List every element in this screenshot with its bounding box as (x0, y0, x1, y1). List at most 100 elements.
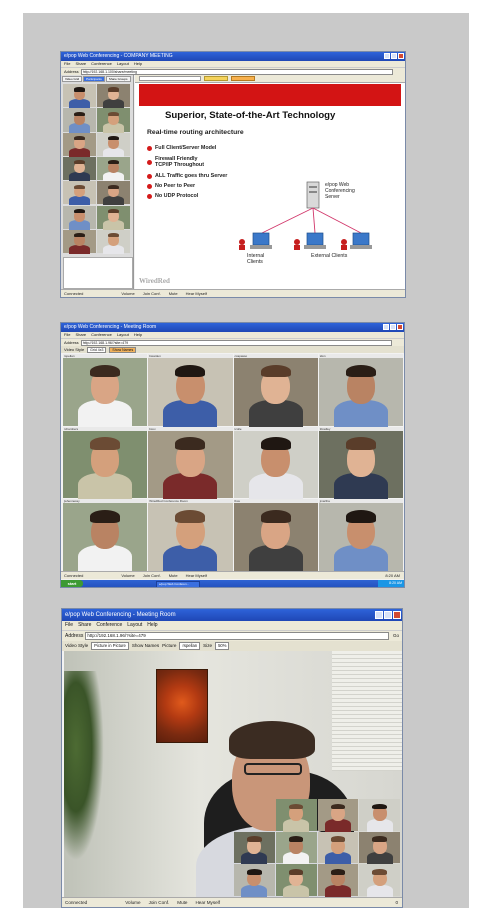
status-join-conf-[interactable]: Join Conf. (149, 898, 170, 907)
menu-item-layout[interactable]: Layout (127, 621, 142, 630)
menu-item-layout[interactable]: Layout (117, 332, 129, 338)
minimize-icon[interactable] (375, 611, 383, 619)
menu-item-layout[interactable]: Layout (117, 61, 129, 67)
address-input[interactable]: http://192.168.1.100/share/meeting (80, 68, 393, 75)
show-names-button[interactable]: Show Names (109, 346, 137, 353)
status-volume[interactable]: Volume (121, 572, 134, 579)
video-tile[interactable] (63, 108, 96, 133)
menu-item-share[interactable]: Share (78, 621, 91, 630)
video-tile[interactable] (317, 799, 359, 832)
video-tile[interactable] (97, 108, 130, 133)
video-tile[interactable] (359, 831, 400, 865)
sidebar-tab[interactable]: Participants (83, 76, 105, 82)
status-volume[interactable]: Volume (121, 290, 134, 297)
status-join-conf-[interactable]: Join Conf. (143, 572, 161, 579)
menu-item-file[interactable]: File (64, 61, 70, 67)
maximize-icon[interactable] (390, 324, 396, 330)
sidebar-tab[interactable]: Video Grid (62, 76, 83, 82)
person-body (248, 545, 303, 574)
video-tile[interactable] (97, 229, 130, 255)
video-tile[interactable]: bwarden (148, 354, 233, 429)
person-body (68, 123, 91, 133)
start-button[interactable]: start (61, 580, 83, 587)
address-input[interactable]: http://192.168.1.96/?site=479 (80, 339, 392, 346)
person-hair (330, 836, 346, 842)
status-mute[interactable]: Mute (169, 290, 178, 297)
menu-item-conference[interactable]: Conference (91, 61, 112, 67)
status-mute[interactable]: Mute (169, 572, 178, 579)
size-select[interactable]: 50% (215, 642, 230, 650)
sidebar-tab[interactable]: Share Groups (105, 76, 131, 82)
menu-item-share[interactable]: Share (75, 332, 86, 338)
speaker-hair (229, 721, 315, 759)
video-tile[interactable]: WiredRed Conference Room (148, 499, 233, 574)
video-tile[interactable]: tbradley (318, 426, 403, 502)
video-tile[interactable] (97, 181, 130, 206)
video-tile[interactable] (275, 831, 317, 865)
window-titlebar: e/pop Web Conferencing - Meeting Room (61, 323, 404, 332)
video-tile[interactable]: tdon (318, 354, 403, 429)
go-button[interactable]: Go (393, 631, 399, 641)
video-tile[interactable]: rspellan (63, 354, 148, 429)
video-tile[interactable]: tcolle (233, 426, 318, 502)
address-label: Address (64, 340, 79, 345)
menu-item-conference[interactable]: Conference (91, 332, 112, 338)
menu-item-help[interactable]: Help (134, 61, 142, 67)
person-hair (247, 869, 262, 875)
menu-item-share[interactable]: Share (75, 61, 86, 67)
show-names-button[interactable]: Show Names (132, 641, 159, 651)
menu-item-help[interactable]: Help (134, 332, 142, 338)
picture-select[interactable]: rspellan (179, 642, 201, 650)
video-tile[interactable] (234, 864, 275, 898)
address-input[interactable]: http://192.168.1.96/?site=479 (85, 632, 389, 640)
menu-item-help[interactable]: Help (147, 621, 157, 630)
video-tile[interactable] (97, 205, 130, 230)
minimize-icon[interactable] (384, 53, 390, 59)
video-tile[interactable] (317, 864, 359, 898)
video-tile[interactable]: jmartha (318, 499, 403, 574)
taskbar-app-button[interactable]: e/pop Web Conferen... (156, 581, 200, 587)
video-tile[interactable] (317, 831, 359, 865)
status-mute[interactable]: Mute (177, 898, 187, 907)
minimize-icon[interactable] (383, 324, 389, 330)
video-tile[interactable]: lbox (233, 499, 318, 574)
video-style-select[interactable]: Grid 4x3 (87, 346, 107, 353)
video-tile[interactable]: rchambers (63, 426, 148, 502)
video-tile[interactable] (275, 799, 317, 832)
video-tile[interactable] (97, 156, 130, 182)
video-tile[interactable] (359, 864, 400, 898)
status-volume[interactable]: Volume (125, 898, 140, 907)
status-join-conf-[interactable]: Join Conf. (143, 290, 161, 297)
maximize-icon[interactable] (391, 53, 397, 59)
video-tile[interactable] (97, 84, 130, 109)
video-tile-name: WiredRed Conference Room (148, 499, 233, 504)
video-tile[interactable] (63, 181, 96, 206)
video-tile[interactable] (63, 132, 96, 157)
maximize-icon[interactable] (384, 611, 392, 619)
video-tile-name: tdon (318, 354, 403, 358)
status-hear-myself[interactable]: Hear Myself (195, 898, 220, 907)
close-icon[interactable] (398, 53, 404, 59)
video-tile[interactable] (63, 84, 96, 109)
status-clock: 0 (395, 900, 398, 905)
person-body (283, 884, 310, 898)
video-tile[interactable] (63, 205, 96, 230)
video-tile[interactable] (359, 799, 400, 832)
video-tile[interactable] (63, 156, 96, 182)
menu-item-conference[interactable]: Conference (96, 621, 122, 630)
close-icon[interactable] (393, 611, 401, 619)
video-tile[interactable] (97, 132, 130, 157)
video-tile[interactable]: jwhennessy (63, 499, 148, 574)
person-body (241, 884, 268, 898)
video-style-select[interactable]: Picture in Picture (91, 642, 129, 650)
status-hear-myself[interactable]: Hear Myself (186, 290, 207, 297)
video-tile[interactable] (63, 229, 96, 255)
status-hear-myself[interactable]: Hear Myself (186, 572, 207, 579)
close-icon[interactable] (397, 324, 403, 330)
menu-item-file[interactable]: File (64, 332, 70, 338)
video-tile[interactable] (234, 831, 275, 865)
video-tile[interactable]: bcox (148, 426, 233, 502)
video-tile[interactable]: ccapasso (233, 354, 318, 429)
video-tile[interactable] (275, 864, 317, 898)
menu-item-file[interactable]: File (65, 621, 73, 630)
